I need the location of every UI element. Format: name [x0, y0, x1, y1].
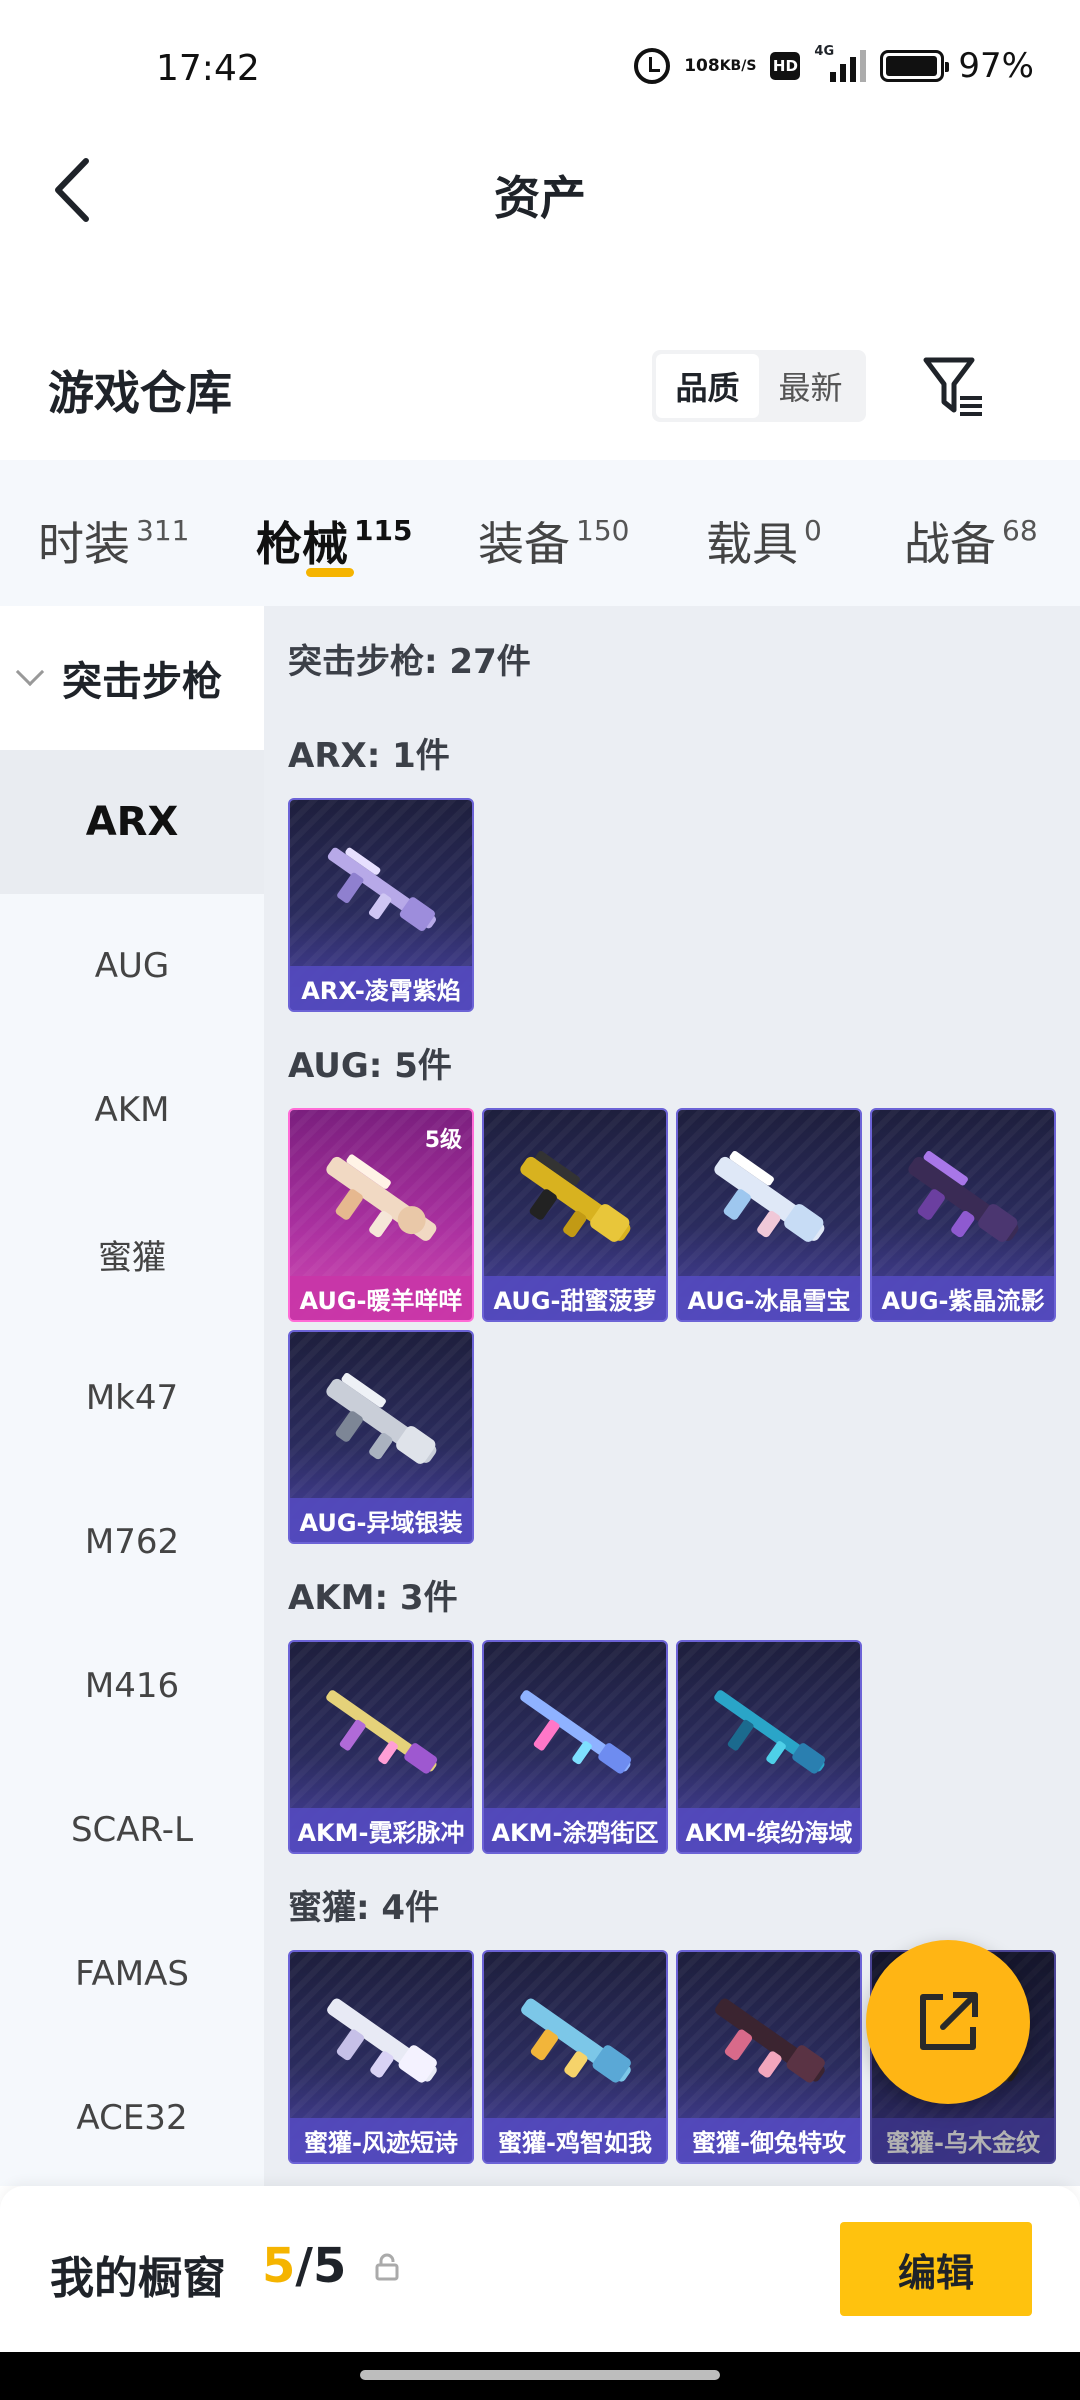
rifle-icon [714, 1690, 826, 1774]
skin-card[interactable]: AUG-甜蜜菠萝 [482, 1108, 668, 1322]
skin-card[interactable]: 5级 AUG-暖羊咩咩 [288, 1108, 474, 1322]
tab-vehicles[interactable]: 载具 0 [706, 508, 822, 574]
sidebar-item-scar-l[interactable]: SCAR-L [0, 1758, 264, 1902]
battery-icon [880, 50, 950, 82]
hd-icon: HD [770, 52, 801, 80]
sidebar-group-assault-rifles[interactable]: 突击步枪 [0, 606, 264, 750]
rifle-icon [327, 1998, 437, 2083]
skin-card[interactable]: AKM-缤纷海域 [676, 1640, 862, 1854]
network-speed: 108 KB/S [684, 55, 757, 76]
status-time: 17:42 [156, 48, 260, 89]
skin-card[interactable]: ARX-凌霄紫焰 [288, 798, 474, 1012]
filter-button[interactable] [920, 352, 986, 422]
skin-card[interactable]: AUG-紫晶流影 [870, 1108, 1056, 1322]
group-title-aug: AUG: 5件 [288, 1046, 452, 1086]
page-title: 资产 [494, 171, 586, 225]
share-external-icon [920, 1992, 978, 2050]
sidebar-item-arx[interactable]: ARX [0, 750, 264, 894]
skin-card[interactable]: AKM-涂鸦街区 [482, 1640, 668, 1854]
tab-equipment[interactable]: 装备 150 [478, 508, 629, 574]
filter-icon [923, 357, 982, 416]
share-button[interactable] [866, 1940, 1030, 2104]
weapon-sidebar: 突击步枪 ARX AUG AKM 蜜獾 Mk47 M762 M416 SCAR-… [0, 606, 264, 2186]
status-icons: 108 KB/S HD 4G 97% [634, 44, 1034, 86]
status-bar: 17:42 108 KB/S HD 4G 97% [0, 0, 1080, 140]
rifle-icon [520, 1150, 631, 1242]
group-title-akm: AKM: 3件 [288, 1578, 458, 1618]
home-indicator[interactable] [360, 2370, 720, 2380]
skin-card[interactable]: 蜜獾-风迹短诗 [288, 1950, 474, 2164]
skin-card[interactable]: AUG-冰晶雪宝 [676, 1108, 862, 1322]
sidebar-item-famas[interactable]: FAMAS [0, 1902, 264, 2046]
rifle-icon [715, 1998, 825, 2083]
sort-toggle: 品质 最新 [652, 350, 866, 422]
rifle-icon [326, 1690, 438, 1774]
tab-fashion[interactable]: 时装 311 [38, 508, 189, 574]
skin-card[interactable]: 蜜獾-御兔特攻 [676, 1950, 862, 2164]
showcase-title: 我的橱窗 [50, 2253, 226, 2304]
rifle-icon [714, 1150, 825, 1242]
lock-icon [375, 2253, 399, 2281]
sort-newest-option[interactable]: 最新 [759, 354, 862, 418]
tab-guns[interactable]: 枪械 115 [256, 508, 412, 574]
chevron-down-icon [15, 657, 45, 687]
alarm-icon [634, 48, 671, 84]
showcase-count: 5/5 [262, 2238, 347, 2294]
sidebar-item-honey-badger[interactable]: 蜜獾 [0, 1182, 264, 1326]
group-title-honey-badger: 蜜獾: 4件 [288, 1888, 440, 1928]
rifle-icon [327, 847, 436, 931]
section-total: 突击步枪: 27件 [288, 642, 531, 682]
tab-combat-supplies[interactable]: 战备 68 [904, 508, 1038, 574]
skin-card[interactable]: 蜜獾-鸡智如我 [482, 1950, 668, 2164]
rifle-icon [908, 1150, 1019, 1242]
sidebar-item-m416[interactable]: M416 [0, 1614, 264, 1758]
rifle-icon [521, 1998, 631, 2083]
sidebar-item-mk47[interactable]: Mk47 [0, 1326, 264, 1470]
signal-icon: 4G [814, 44, 867, 82]
rifle-icon [326, 1372, 437, 1464]
sort-quality-option[interactable]: 品质 [656, 354, 759, 418]
rifle-icon [520, 1690, 632, 1774]
skin-card[interactable]: AKM-霓彩脉冲 [288, 1640, 474, 1854]
group-title-arx: ARX: 1件 [288, 736, 450, 776]
sidebar-item-akm[interactable]: AKM [0, 1038, 264, 1182]
sidebar-item-m762[interactable]: M762 [0, 1470, 264, 1614]
warehouse-title: 游戏仓库 [48, 366, 232, 420]
category-tabs: 时装 311 枪械 115 装备 150 载具 0 战备 68 [0, 460, 1080, 606]
active-tab-indicator [306, 568, 354, 577]
battery-percent: 97% [958, 46, 1034, 86]
sidebar-item-aug[interactable]: AUG [0, 894, 264, 1038]
sidebar-item-ace32[interactable]: ACE32 [0, 2046, 264, 2190]
skin-card[interactable]: AUG-异域银装 [288, 1330, 474, 1544]
edit-button[interactable]: 编辑 [840, 2222, 1032, 2316]
showcase-bar: 我的橱窗 5/5 编辑 [0, 2186, 1080, 2352]
